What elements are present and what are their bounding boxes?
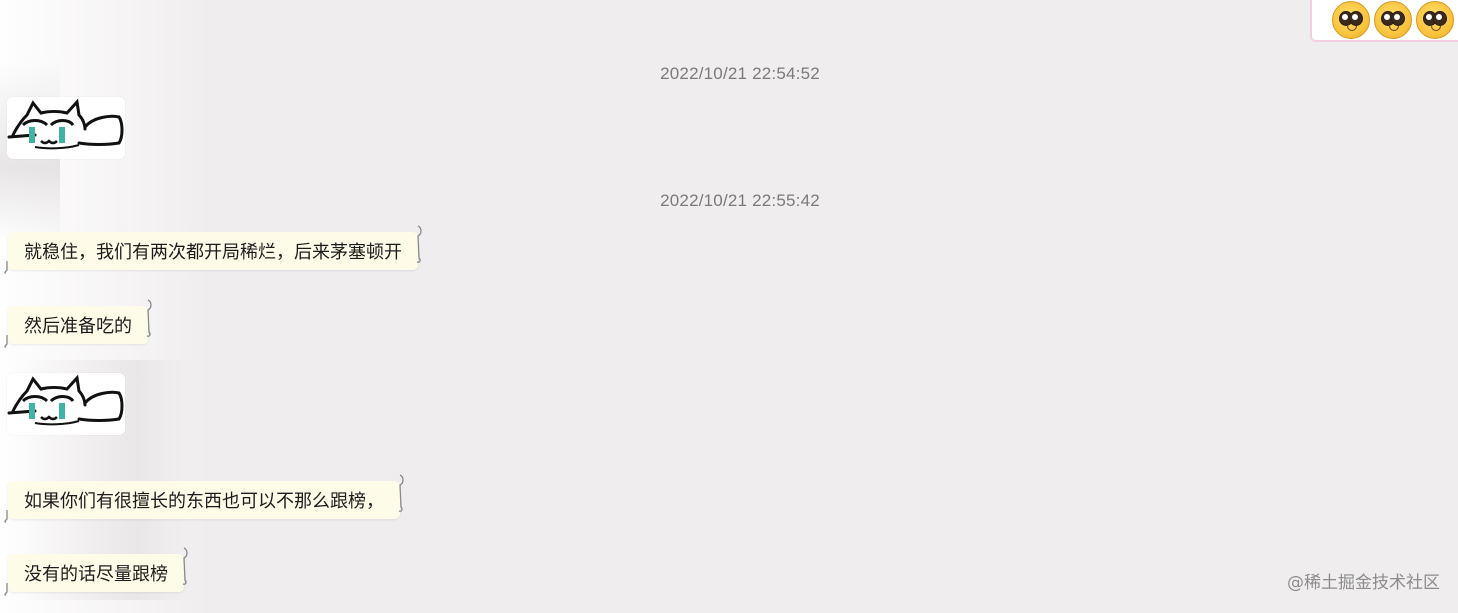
pleading-face-icon bbox=[1332, 1, 1370, 39]
scroll-curl-icon bbox=[4, 583, 8, 596]
reaction-sticker[interactable] bbox=[1310, 0, 1458, 42]
message-text: 没有的话尽量跟榜 bbox=[24, 564, 168, 585]
crying-cat-sticker-icon bbox=[7, 374, 124, 426]
message-text: 然后准备吃的 bbox=[24, 316, 132, 337]
message-timestamp: 2022/10/21 22:55:42 bbox=[660, 191, 820, 210]
scroll-curl-icon bbox=[4, 510, 8, 523]
scroll-curl-icon bbox=[146, 299, 152, 337]
text-message-bubble[interactable]: 如果你们有很擅长的东西也可以不那么跟榜， bbox=[4, 474, 404, 523]
message-timestamp: 2022/10/21 22:54:52 bbox=[660, 64, 820, 83]
crying-cat-sticker-message[interactable] bbox=[7, 373, 125, 435]
scroll-curl-icon bbox=[398, 474, 404, 512]
pleading-face-icon bbox=[1416, 1, 1454, 39]
text-message-bubble[interactable]: 然后准备吃的 bbox=[4, 299, 152, 348]
watermark: @稀土掘金技术社区 bbox=[1287, 573, 1440, 593]
message-text: 如果你们有很擅长的东西也可以不那么跟榜， bbox=[24, 491, 384, 512]
scroll-curl-icon bbox=[182, 547, 188, 585]
scroll-curl-icon bbox=[416, 225, 422, 263]
text-message-bubble[interactable]: 就稳住，我们有两次都开局稀烂，后来茅塞顿开 bbox=[4, 225, 422, 274]
crying-cat-sticker-icon bbox=[7, 98, 124, 150]
scroll-curl-icon bbox=[4, 261, 8, 274]
scroll-curl-icon bbox=[4, 335, 8, 348]
message-text: 就稳住，我们有两次都开局稀烂，后来茅塞顿开 bbox=[24, 242, 402, 263]
crying-cat-sticker-message[interactable] bbox=[7, 97, 125, 159]
text-message-bubble[interactable]: 没有的话尽量跟榜 bbox=[4, 547, 188, 596]
pleading-face-icon bbox=[1374, 1, 1412, 39]
